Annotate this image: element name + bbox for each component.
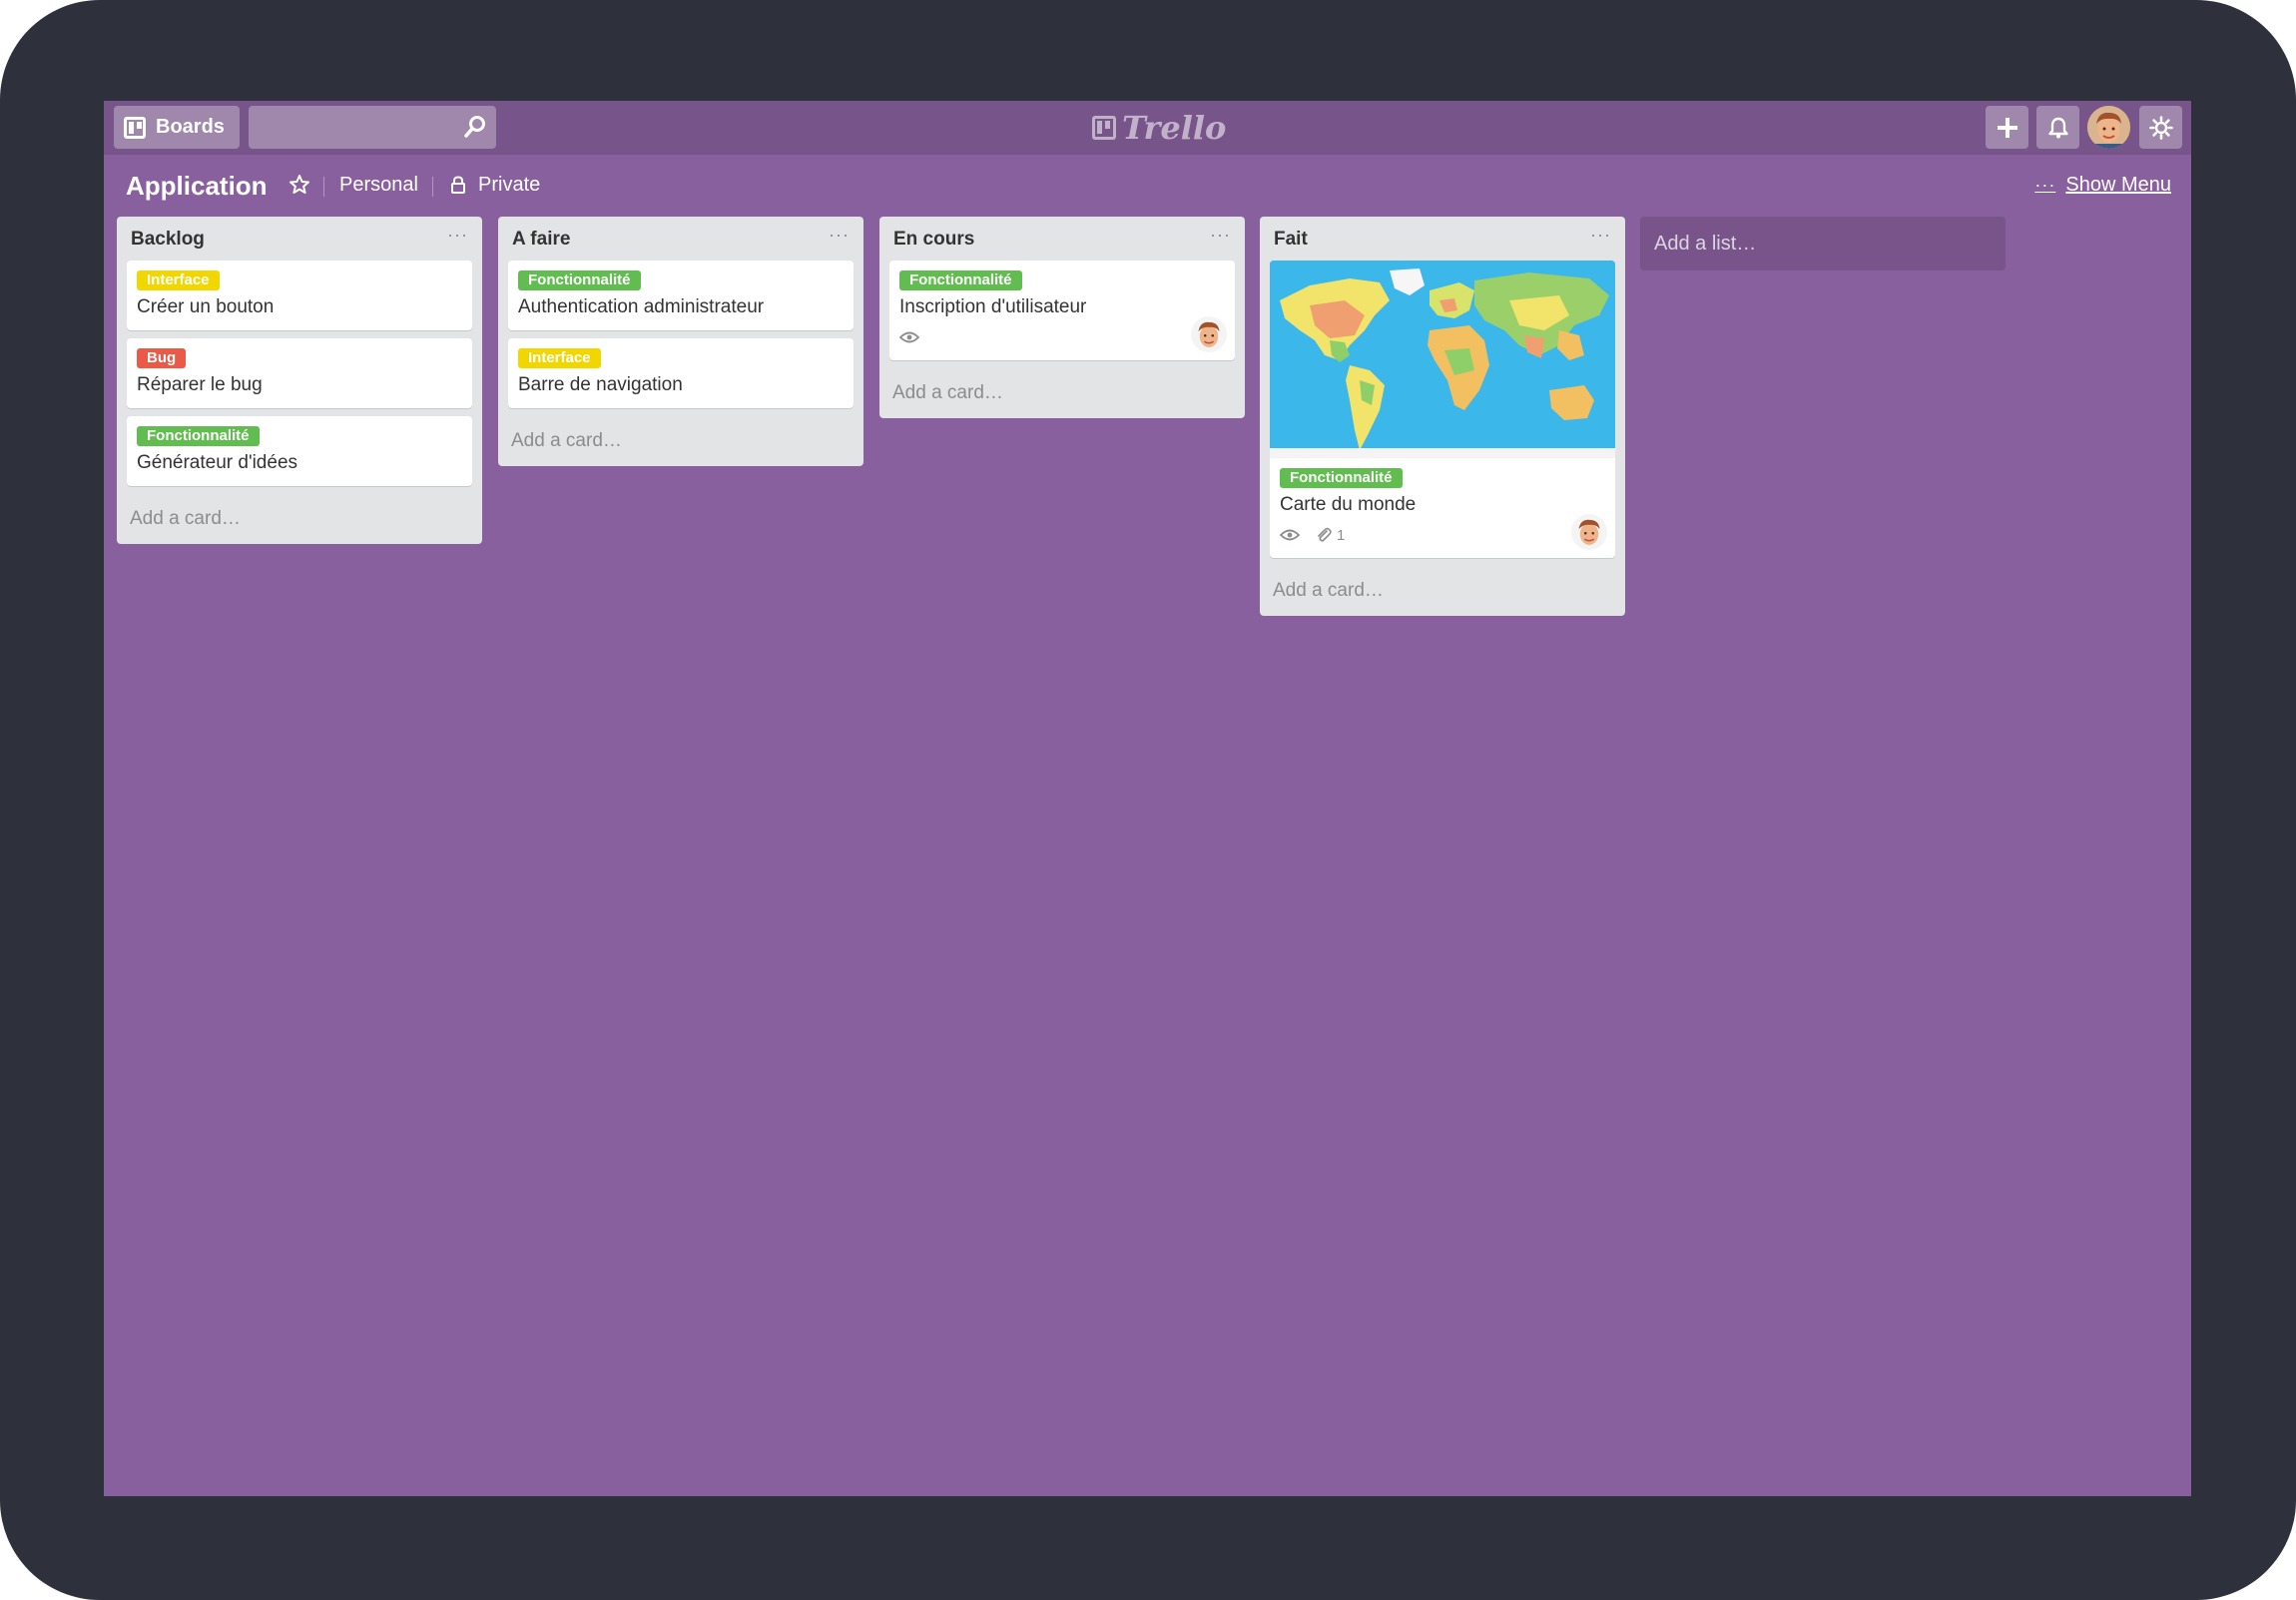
plus-icon [1997,117,2017,138]
search-box[interactable] [249,106,496,149]
card-label: Interface [518,348,601,368]
card-label: Fonctionnalité [518,270,641,290]
boards-label: Boards [156,116,225,138]
list-title[interactable]: Backlog [131,229,205,251]
visibility-link[interactable]: Private [478,174,540,197]
board-title[interactable]: Application [126,171,268,202]
boards-icon [124,116,146,139]
notifications-button[interactable] [2036,106,2079,149]
list-a-faire: A faire ··· Fonctionnalité Authenticatio… [498,217,863,466]
card-title: Authentication administrateur [518,296,765,317]
avatar-face-icon [1571,514,1607,550]
card-label: Bug [137,348,187,368]
list-title[interactable]: A faire [512,229,570,251]
card-title: Barre de navigation [518,374,683,395]
show-menu-label: Show Menu [2065,174,2171,196]
avatar-face-icon [1191,316,1227,352]
top-bar: Boards Trello [104,101,2191,155]
card-title: Carte du monde [1280,494,1417,515]
eye-icon [1280,529,1300,541]
team-link[interactable]: Personal [339,174,418,197]
more-icon: ··· [2034,175,2056,195]
add-list-button[interactable]: Add a list… [1640,217,2006,270]
card[interactable]: Fonctionnalité Inscription d'utilisateur [889,261,1235,360]
add-card-button[interactable]: Add a card… [879,368,1245,418]
list-header: Backlog ··· [117,217,482,261]
search-input[interactable] [249,106,460,149]
list-header: Fait ··· [1260,217,1625,261]
boards-button[interactable]: Boards [114,106,240,149]
list-header: En cours ··· [879,217,1245,261]
add-card-button[interactable]: Add a card… [117,494,482,544]
list-title[interactable]: En cours [893,229,974,251]
card[interactable]: Fonctionnalité Générateur d'idées [127,416,472,486]
list-menu-icon[interactable]: ··· [829,225,850,246]
lock-icon [451,176,465,194]
list-title[interactable]: Fait [1274,229,1308,251]
trello-logo[interactable]: Trello [1092,109,1227,147]
star-icon[interactable] [287,173,311,197]
world-map-image [1270,261,1615,458]
list-header: A faire ··· [498,217,863,261]
trello-board-screen: Boards Trello Application Personal Priva… [104,101,2191,1496]
logo-text: Trello [1122,109,1227,147]
list-menu-icon[interactable]: ··· [1590,225,1611,246]
settings-button[interactable] [2139,106,2182,149]
card-title: Inscription d'utilisateur [899,296,1087,317]
list-menu-icon[interactable]: ··· [1210,225,1231,246]
list-fait: Fait ··· Fonctionnalité Carte du monde 1… [1260,217,1625,616]
list-menu-icon[interactable]: ··· [447,225,468,246]
card[interactable]: Interface Barre de navigation [508,338,854,408]
user-avatar[interactable] [2087,106,2130,149]
paperclip-icon [1318,527,1332,542]
show-menu-button[interactable]: ··· Show Menu [2034,174,2171,197]
list-en-cours: En cours ··· Fonctionnalité Inscription … [879,217,1245,418]
card-member-avatar[interactable] [1191,316,1227,352]
card[interactable]: Bug Réparer le bug [127,338,472,408]
list-backlog: Backlog ··· Interface Créer un bouton Bu… [117,217,482,544]
board-header: Application Personal Private ··· Show Me… [104,155,2191,217]
header-divider [323,177,324,197]
card-label: Fonctionnalité [137,426,260,446]
bell-icon [2047,117,2068,138]
card-badges: 1 [1280,524,1605,546]
eye-icon [899,331,919,343]
card-label: Fonctionnalité [1280,468,1403,488]
card[interactable]: Fonctionnalité Carte du monde 1 [1270,261,1615,558]
card-title: Réparer le bug [137,374,263,395]
add-card-button[interactable]: Add a card… [1260,566,1625,616]
attachment-count: 1 [1337,526,1346,544]
card-member-avatar[interactable] [1571,514,1607,550]
device-frame: Boards Trello Application Personal Priva… [0,0,2296,1600]
card-title: Générateur d'idées [137,452,298,473]
card-badges [899,326,1225,348]
header-divider [432,177,433,197]
card-label: Fonctionnalité [899,270,1022,290]
card-title: Créer un bouton [137,296,275,317]
gear-icon [2148,115,2173,140]
avatar-face-icon [2087,106,2130,149]
card-cover-world-map [1270,261,1615,458]
trello-logo-icon [1092,116,1116,140]
card[interactable]: Interface Créer un bouton [127,261,472,330]
add-button[interactable] [1986,106,2028,149]
add-card-button[interactable]: Add a card… [498,416,863,466]
attachment-badge: 1 [1316,527,1345,544]
card-label: Interface [137,270,220,290]
card[interactable]: Fonctionnalité Authentication administra… [508,261,854,330]
search-icon[interactable] [462,114,488,140]
